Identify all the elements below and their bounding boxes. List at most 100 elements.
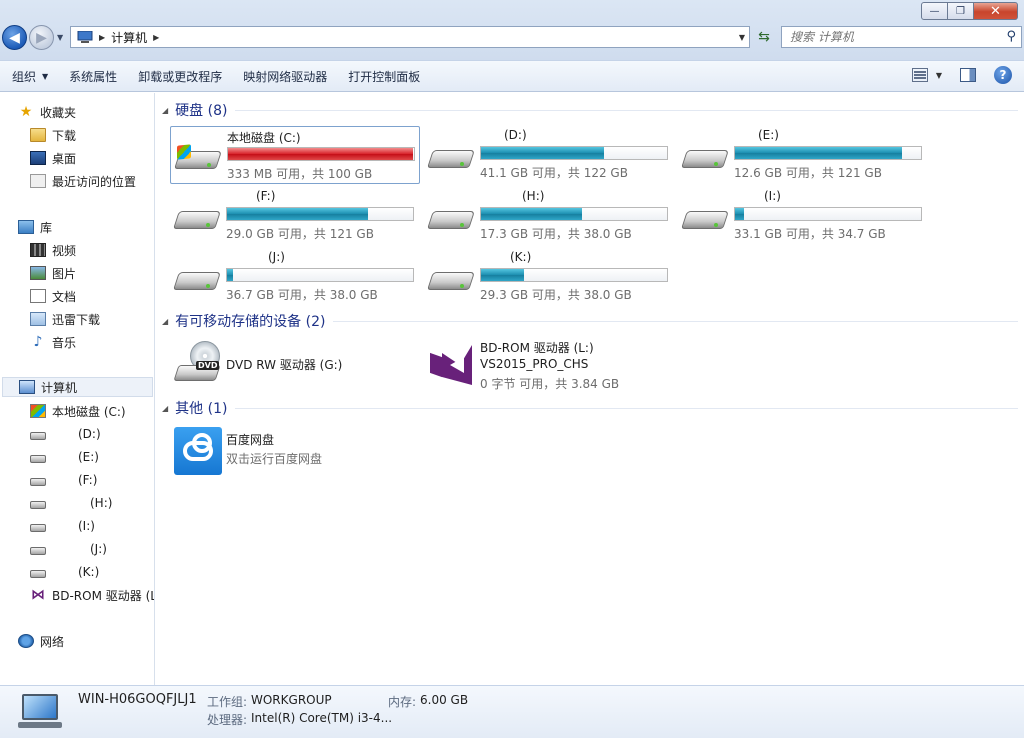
- workgroup-value: WORKGROUP: [251, 693, 332, 707]
- organize-label: 组织: [12, 69, 37, 84]
- sidebar-item-music[interactable]: ♪ 音乐: [30, 332, 76, 352]
- drive-tile-dvd-g[interactable]: DVD DVD RW 驱动器 (G:): [170, 337, 420, 395]
- search-box[interactable]: ⚲: [781, 26, 1022, 48]
- drive-usage-fill: [227, 269, 234, 281]
- sidebar-item-label: 桌面: [52, 151, 77, 166]
- sidebar-item-drive-h[interactable]: (H:): [30, 493, 112, 513]
- sidebar-item-desktop[interactable]: 桌面: [30, 148, 76, 168]
- breadcrumb-computer[interactable]: 计算机: [111, 29, 147, 46]
- hard-drive-icon: [30, 547, 46, 555]
- drive-tile-e[interactable]: (E:) 12.6 GB 可用，共 121 GB: [678, 126, 928, 184]
- network-icon: [18, 634, 34, 648]
- sidebar-item-label: 迅雷下载: [52, 312, 101, 327]
- computer-icon: [77, 31, 93, 43]
- sidebar-item-label: 网络: [40, 634, 65, 649]
- sidebar-item-favorites[interactable]: ★ 收藏夹: [18, 102, 76, 122]
- magnifier-icon[interactable]: ⚲: [1006, 29, 1016, 44]
- group-title: 有可移动存储的设备 (2): [175, 314, 326, 330]
- drive-label: (I:): [764, 189, 781, 203]
- computer-name: WIN-H06GOQFJLJ1: [78, 692, 197, 707]
- history-dropdown-icon[interactable]: ▼: [57, 33, 63, 42]
- sidebar-item-pictures[interactable]: 图片: [30, 263, 76, 283]
- back-button[interactable]: ◀: [2, 25, 27, 50]
- drive-space-info: 41.1 GB 可用，共 122 GB: [480, 166, 628, 180]
- sidebar-item-thunder-downloads[interactable]: 迅雷下载: [30, 309, 100, 329]
- sidebar-item-label: (J:): [90, 542, 107, 556]
- change-view-button[interactable]: ▼: [911, 68, 942, 82]
- drive-tile-bd-l[interactable]: BD-ROM 驱动器 (L:) VS2015_PRO_CHS 0 字节 可用，共…: [424, 337, 674, 395]
- sidebar-item-drive-i[interactable]: (I:): [30, 516, 95, 536]
- drive-usage-fill: [481, 208, 583, 220]
- baidu-netdisk-tile[interactable]: 百度网盘 双击运行百度网盘: [170, 421, 420, 479]
- map-network-drive-button[interactable]: 映射网络驱动器: [234, 65, 336, 87]
- thunder-downloads-icon: [30, 312, 46, 326]
- visual-studio-icon: ⋈: [31, 587, 45, 603]
- drive-label: 本地磁盘 (C:): [227, 131, 301, 145]
- drive-label: (E:): [758, 128, 779, 142]
- system-drive-icon: [30, 404, 46, 418]
- address-dropdown-icon[interactable]: ▼: [739, 33, 745, 42]
- hard-drive-icon: [30, 524, 46, 532]
- documents-icon: [30, 289, 46, 303]
- uninstall-program-button[interactable]: 卸载或更改程序: [129, 65, 231, 87]
- sidebar-item-recent[interactable]: 最近访问的位置: [30, 171, 136, 191]
- hard-drive-icon: [681, 207, 729, 233]
- breadcrumb-chevron-icon[interactable]: ▶: [153, 33, 159, 42]
- sidebar-item-drive-j[interactable]: (J:): [30, 539, 107, 559]
- app-label: 百度网盘: [226, 433, 275, 447]
- sidebar-item-label: (F:): [78, 473, 98, 487]
- sidebar-item-computer[interactable]: 计算机: [2, 377, 153, 397]
- refresh-button[interactable]: ⇆: [752, 26, 776, 48]
- sidebar-item-downloads[interactable]: 下载: [30, 125, 76, 145]
- group-header-other[interactable]: ◢ 其他 (1): [162, 397, 1018, 419]
- dvd-drive-icon: DVD: [173, 341, 222, 385]
- sidebar-item-drive-d[interactable]: (D:): [30, 424, 101, 444]
- sidebar-item-drive-e[interactable]: (E:): [30, 447, 99, 467]
- content-pane: ◢ 硬盘 (8) 本地磁盘 (C:) 333 MB 可用，共 100 GB (D…: [156, 93, 1024, 685]
- organize-button[interactable]: 组织 ▼: [3, 65, 57, 87]
- sidebar-item-label: (D:): [78, 427, 101, 441]
- sidebar-item-libraries[interactable]: 库: [18, 217, 52, 237]
- drive-tile-c[interactable]: 本地磁盘 (C:) 333 MB 可用，共 100 GB: [170, 126, 420, 184]
- drive-tile-k[interactable]: (K:) 29.3 GB 可用，共 38.0 GB: [424, 248, 674, 306]
- forward-button[interactable]: ▶: [29, 25, 54, 50]
- help-icon[interactable]: ?: [994, 66, 1012, 84]
- sidebar-item-label: 库: [40, 220, 53, 235]
- back-arrow-icon: ◀: [9, 29, 20, 46]
- system-properties-button[interactable]: 系统属性: [60, 65, 126, 87]
- memory-label: 内存:: [388, 695, 417, 709]
- sidebar-item-videos[interactable]: 视频: [30, 240, 76, 260]
- sidebar-item-drive-k[interactable]: (K:): [30, 562, 99, 582]
- sidebar-item-network[interactable]: 网络: [18, 631, 64, 651]
- drive-tile-d[interactable]: (D:) 41.1 GB 可用，共 122 GB: [424, 126, 674, 184]
- drive-space-info: 33.1 GB 可用，共 34.7 GB: [734, 227, 886, 241]
- breadcrumb-separator-icon[interactable]: ▶: [99, 33, 105, 42]
- preview-pane-icon[interactable]: [960, 68, 976, 82]
- drive-label: (K:): [510, 250, 532, 264]
- drive-tile-j[interactable]: (J:) 36.7 GB 可用，共 38.0 GB: [170, 248, 420, 306]
- sidebar-item-drive-l[interactable]: ⋈ BD-ROM 驱动器 (L: [30, 585, 154, 605]
- collapse-triangle-icon: ◢: [162, 105, 169, 115]
- sidebar-item-drive-f[interactable]: (F:): [30, 470, 97, 490]
- drive-space-info: 29.0 GB 可用，共 121 GB: [226, 227, 374, 241]
- search-input[interactable]: [790, 30, 1000, 44]
- minimize-button[interactable]: —: [921, 2, 948, 20]
- sidebar-item-drive-c[interactable]: 本地磁盘 (C:): [30, 401, 126, 421]
- drive-usage-fill: [227, 208, 369, 220]
- maximize-button[interactable]: ❐: [948, 2, 974, 20]
- drive-tile-i[interactable]: (I:) 33.1 GB 可用，共 34.7 GB: [678, 187, 928, 245]
- group-header-hard-disks[interactable]: ◢ 硬盘 (8): [162, 99, 1018, 121]
- drive-label: BD-ROM 驱动器 (L:): [480, 341, 594, 355]
- sidebar-item-documents[interactable]: 文档: [30, 286, 76, 306]
- drive-space-info: 12.6 GB 可用，共 121 GB: [734, 166, 882, 180]
- drive-usage-bar: [226, 207, 414, 221]
- address-bar[interactable]: ▶ 计算机 ▶ ▼: [70, 26, 750, 48]
- drive-tile-f[interactable]: (F:) 29.0 GB 可用，共 121 GB: [170, 187, 420, 245]
- drive-label: (F:): [256, 189, 276, 203]
- processor-value: Intel(R) Core(TM) i3-4...: [251, 711, 393, 725]
- recent-places-icon: [30, 174, 46, 188]
- group-header-removable[interactable]: ◢ 有可移动存储的设备 (2): [162, 310, 1018, 332]
- open-control-panel-button[interactable]: 打开控制面板: [339, 65, 429, 87]
- close-button[interactable]: ✕: [974, 2, 1018, 20]
- drive-tile-h[interactable]: (H:) 17.3 GB 可用，共 38.0 GB: [424, 187, 674, 245]
